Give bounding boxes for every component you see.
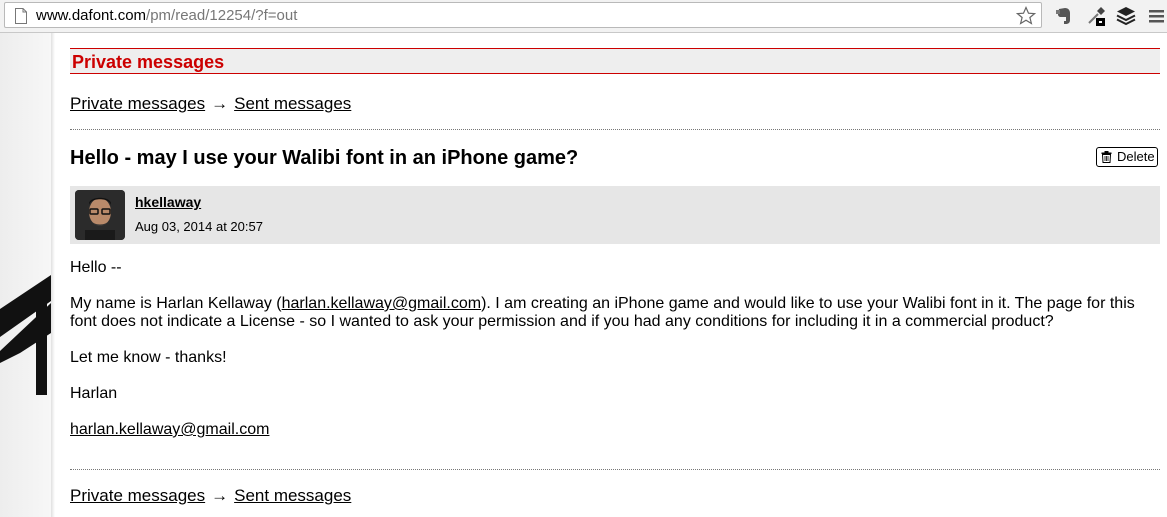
page-side-background	[0, 33, 51, 517]
message-paragraph: My name is Harlan Kellaway (harlan.kella…	[70, 295, 1155, 331]
address-bar[interactable]: www.dafont.com/pm/read/12254/?f=out	[4, 2, 1042, 28]
message-date: Aug 03, 2014 at 20:57	[135, 219, 263, 234]
url-text[interactable]: www.dafont.com/pm/read/12254/?f=out	[36, 7, 297, 25]
url-path: /pm/read/12254/?f=out	[146, 7, 298, 24]
avatar-image	[75, 190, 125, 240]
message-greeting: Hello --	[70, 259, 122, 276]
page-icon	[15, 8, 27, 24]
delete-label: Delete	[1117, 149, 1155, 164]
evernote-extension-icon[interactable]	[1053, 5, 1075, 27]
breadcrumb: Private messages → Sent messages	[70, 94, 351, 114]
message-closing: Let me know - thanks!	[70, 349, 227, 366]
message-signature: Harlan	[70, 385, 118, 402]
divider	[70, 129, 1160, 130]
main-content: Private messages Private messages → Sent m…	[70, 33, 1160, 517]
section-header: Private messages	[70, 48, 1160, 74]
content-shadow	[51, 33, 55, 517]
author-info: hkellaway Aug 03, 2014 at 20:57	[70, 186, 1160, 244]
eyedropper-extension-icon[interactable]	[1085, 5, 1107, 27]
avatar[interactable]	[75, 190, 125, 240]
chrome-menu-icon[interactable]	[1146, 5, 1167, 27]
browser-toolbar: www.dafont.com/pm/read/12254/?f=out	[0, 0, 1167, 33]
message-subject: Hello - may I use your Walibi font in an…	[70, 147, 579, 169]
breadcrumb-arrow: →	[211, 94, 229, 113]
background-letter-graphic	[0, 275, 51, 395]
breadcrumb-arrow: →	[211, 486, 229, 505]
url-domain: www.dafont.com	[36, 7, 147, 24]
breadcrumb-sent-messages-link[interactable]: Sent messages	[234, 94, 351, 113]
author-name-link[interactable]: hkellaway	[135, 194, 201, 210]
section-title: Private messages	[72, 52, 225, 72]
trash-icon	[1101, 151, 1112, 163]
signature-email-link[interactable]: harlan.kellaway@gmail.com	[70, 421, 269, 438]
breadcrumb-private-messages-link[interactable]: Private messages	[70, 486, 205, 505]
email-link[interactable]: harlan.kellaway@gmail.com	[282, 295, 481, 312]
breadcrumb-private-messages-link[interactable]: Private messages	[70, 94, 205, 113]
bookmark-star-icon[interactable]	[1016, 6, 1036, 26]
breadcrumb-bottom: Private messages → Sent messages	[70, 486, 351, 506]
paragraph-text-start: My name is Harlan Kellaway (	[70, 295, 282, 312]
divider	[70, 469, 1160, 470]
buffer-extension-icon[interactable]	[1115, 5, 1137, 27]
breadcrumb-sent-messages-link[interactable]: Sent messages	[234, 486, 351, 505]
delete-button[interactable]: Delete	[1096, 147, 1158, 167]
signature-email: harlan.kellaway@gmail.com	[70, 421, 269, 439]
